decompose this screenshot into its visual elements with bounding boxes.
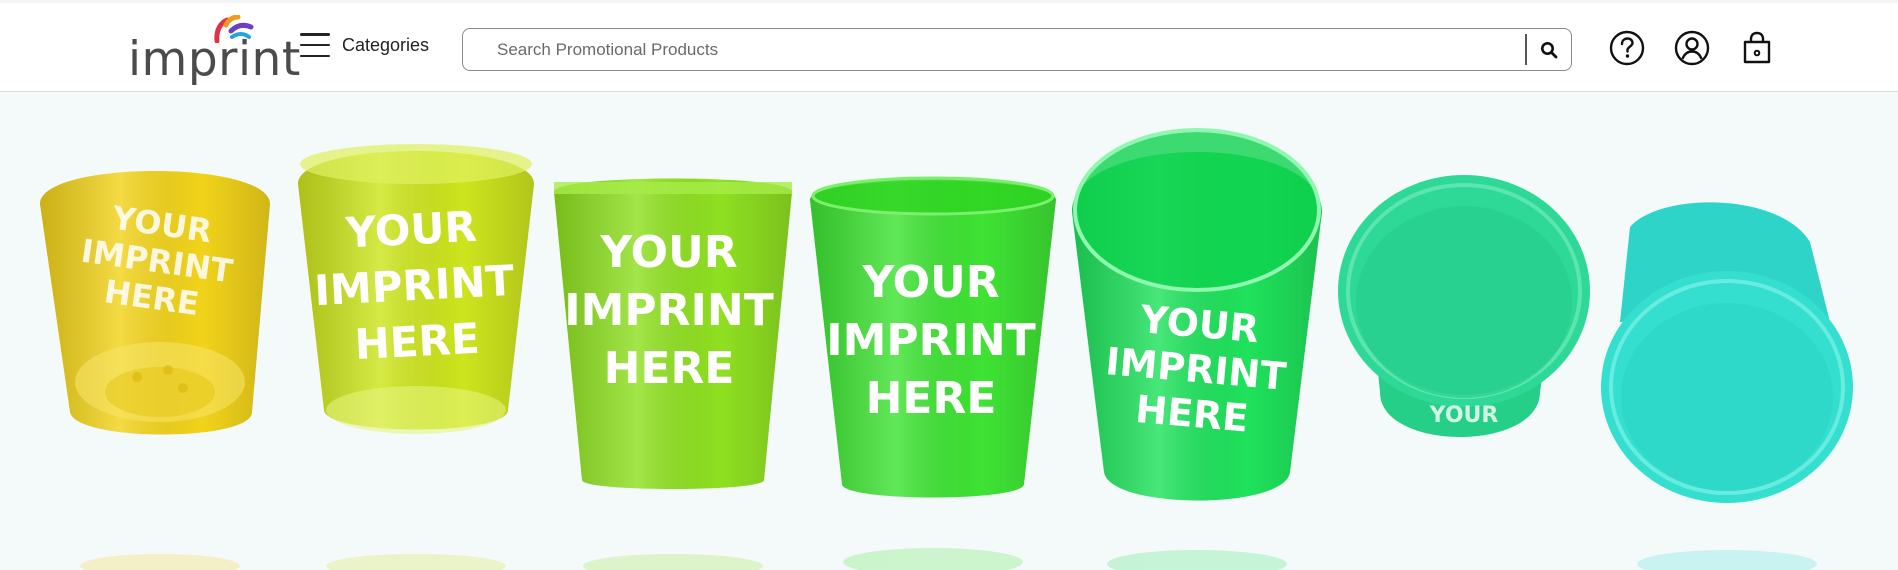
cup-lime-green: YOUR IMPRINT HERE (554, 178, 792, 489)
cup-text-line: HERE (604, 343, 735, 394)
cup-text-line: HERE (866, 373, 997, 424)
cup-text-line: YOUR (861, 257, 999, 308)
cup-partial-text: YOUR (1429, 403, 1499, 428)
cart-icon[interactable] (1738, 29, 1776, 67)
cup-emerald-green: YOUR IMPRINT HERE (1072, 128, 1322, 501)
categories-label: Categories (342, 34, 430, 55)
cup-teal: YOUR (1338, 175, 1590, 437)
cup-text-line: IMPRINT (826, 315, 1036, 366)
cup-text-line: IMPRINT (313, 256, 516, 315)
cup-text-line: YOUR (599, 227, 737, 278)
help-icon[interactable] (1608, 29, 1646, 67)
search-bar (462, 28, 1572, 71)
cup-bright-green: YOUR IMPRINT HERE (810, 176, 1056, 498)
cup-yellow: YOUR IMPRINT HERE (40, 171, 270, 435)
cup-reflections (80, 548, 1817, 570)
categories-menu-button[interactable]: Categories (300, 33, 429, 57)
hero-cups-image: YOUR IMPRINT HERE YOUR IMPRINT HERE YOUR (40, 128, 1853, 570)
cup-text-line: IMPRINT (564, 285, 774, 336)
hero-banner[interactable]: YOUR IMPRINT HERE YOUR IMPRINT HERE YOUR (0, 92, 1898, 570)
hamburger-icon (300, 33, 330, 57)
cup-yellow-green: YOUR IMPRINT HERE (298, 144, 534, 434)
search-input[interactable] (463, 29, 1525, 70)
logo[interactable]: imprint (128, 13, 300, 88)
cup-cyan (1601, 202, 1853, 503)
search-icon (1541, 41, 1558, 58)
site-header: imprint Categories (0, 3, 1898, 92)
cup-text-line: YOUR (344, 202, 478, 258)
logo-wordmark: imprint (128, 32, 301, 87)
search-button[interactable] (1527, 29, 1571, 70)
account-icon[interactable] (1673, 29, 1711, 67)
cup-text-line: HERE (353, 314, 480, 369)
